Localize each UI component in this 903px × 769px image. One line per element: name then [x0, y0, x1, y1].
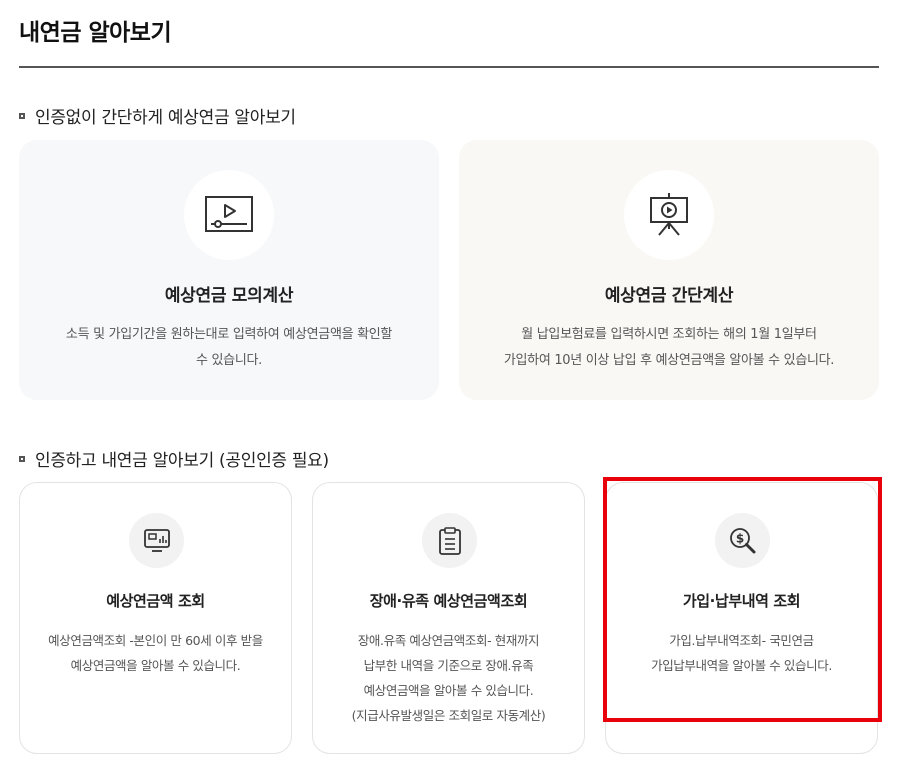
clipboard-icon	[438, 526, 461, 555]
bullet-icon	[19, 112, 25, 119]
icon-circle	[624, 170, 714, 260]
section-heading-label: 인증없이 간단하게 예상연금 알아보기	[35, 108, 296, 128]
card-desc-line: 납부한 내역을 기준으로 장애.유족	[363, 658, 534, 673]
card-description: 월 납입보험료를 입력하시면 조회하는 해의 1월 1일부터 가입하여 10년 …	[479, 322, 859, 374]
page-title: 내연금 알아보기	[19, 20, 172, 46]
dollar-search-icon: $	[729, 527, 755, 553]
card-description: 소득 및 가입기간을 원하는대로 입력하여 예상연금액을 확인할 수 있습니다.	[39, 322, 419, 374]
card-description: 장애.유족 예상연금액조회- 현재까지 납부한 내역을 기준으로 장애.유족 예…	[323, 628, 574, 728]
card-title: 가입·납부내역 조회	[682, 592, 801, 610]
card-desc-line: 소득 및 가입기간을 원하는대로 입력하여 예상연금액을 확인할	[65, 327, 393, 342]
card-desc-line: 가입납부내역을 알아볼 수 있습니다.	[651, 658, 832, 673]
card-expected-pension-inquiry[interactable]: 예상연금액 조회 예상연금액조회 -본인이 만 60세 이후 받을 예상연금액을…	[19, 482, 292, 754]
card-disability-survivor-pension-inquiry[interactable]: 장애·유족 예상연금액조회 장애.유족 예상연금액조회- 현재까지 납부한 내역…	[312, 482, 585, 754]
section-heading-no-auth: 인증없이 간단하게 예상연금 알아보기	[19, 103, 296, 128]
card-desc-line: 수 있습니다.	[196, 353, 262, 368]
icon-circle	[129, 513, 184, 568]
presentation-board-icon	[650, 193, 688, 236]
card-title: 예상연금 모의계산	[164, 286, 294, 306]
card-desc-line: 장애.유족 예상연금액조회- 현재까지	[357, 633, 540, 648]
icon-circle	[184, 170, 274, 260]
icon-circle	[422, 513, 477, 568]
card-pension-quick-calc[interactable]: 예상연금 간단계산 월 납입보험료를 입력하시면 조회하는 해의 1월 1일부터…	[459, 140, 879, 400]
video-player-icon	[205, 196, 253, 232]
card-description: 예상연금액조회 -본인이 만 60세 이후 받을 예상연금액을 알아볼 수 있습…	[30, 628, 281, 678]
card-desc-line: 예상연금액을 알아볼 수 있습니다.	[70, 658, 241, 673]
card-desc-line: 월 납입보험료를 입력하시면 조회하는 해의 1월 1일부터	[521, 327, 817, 342]
section-heading-with-auth: 인증하고 내연금 알아보기 (공인인증 필요)	[19, 446, 329, 471]
card-desc-line: 예상연금액을 알아볼 수 있습니다.	[363, 683, 534, 698]
card-enrollment-payment-history-inquiry[interactable]: $ 가입·납부내역 조회 가입.납부내역조회- 국민연금 가입납부내역을 알아볼…	[605, 482, 878, 754]
svg-text:$: $	[735, 531, 743, 545]
card-desc-line: 가입하여 10년 이상 납입 후 예상연금액을 알아볼 수 있습니다.	[503, 353, 835, 368]
monitor-chart-icon	[143, 528, 170, 552]
card-pension-simulation[interactable]: 예상연금 모의계산 소득 및 가입기간을 원하는대로 입력하여 예상연금액을 확…	[19, 140, 439, 400]
card-title: 예상연금 간단계산	[604, 286, 734, 306]
icon-circle: $	[715, 513, 770, 568]
card-desc-line: 가입.납부내역조회- 국민연금	[669, 633, 814, 648]
card-desc-line: 예상연금액조회 -본인이 만 60세 이후 받을	[48, 633, 263, 648]
title-divider	[19, 66, 879, 68]
bullet-icon	[19, 455, 25, 462]
section-heading-label: 인증하고 내연금 알아보기 (공인인증 필요)	[35, 451, 329, 471]
card-title: 예상연금액 조회	[106, 592, 205, 610]
card-title: 장애·유족 예상연금액조회	[369, 592, 528, 610]
card-description: 가입.납부내역조회- 국민연금 가입납부내역을 알아볼 수 있습니다.	[616, 628, 867, 678]
card-desc-line: (지급사유발생일은 조회일로 자동계산)	[351, 708, 546, 723]
